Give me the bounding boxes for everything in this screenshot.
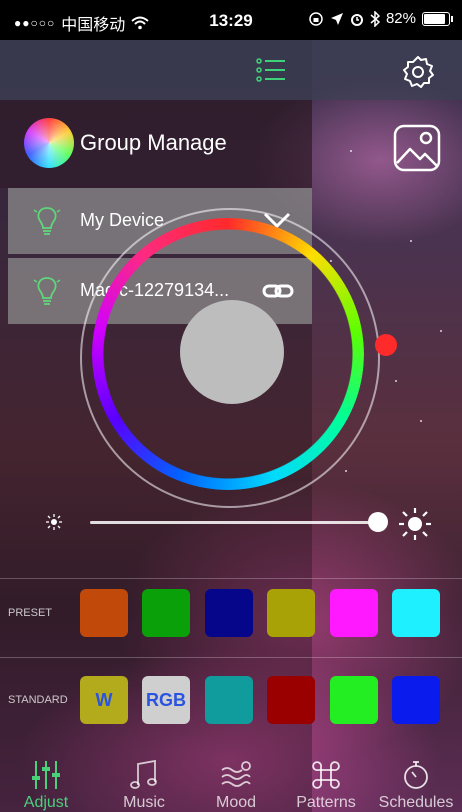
preset-swatch[interactable] [80, 589, 128, 637]
brightness-low-icon [46, 514, 62, 530]
divider [0, 657, 462, 658]
brightness-slider-thumb[interactable] [368, 512, 388, 532]
background-image-picker-icon[interactable] [392, 123, 442, 173]
tab-schedules[interactable]: Schedules [370, 750, 462, 812]
rotation-lock-icon [309, 11, 323, 26]
status-bar: ●●○○○ 中国移动 13:29 82% [0, 0, 462, 40]
tab-label: Patterns [296, 794, 356, 811]
preset-swatch[interactable] [330, 589, 378, 637]
preset-swatch[interactable] [392, 589, 440, 637]
brightness-slider-track[interactable] [90, 521, 382, 524]
standard-swatch-white[interactable]: W [80, 676, 128, 724]
preset-swatch[interactable] [267, 589, 315, 637]
standard-swatch[interactable] [267, 676, 315, 724]
bottom-tab-bar: Adjust Music Mood Patterns Schedules [0, 750, 462, 812]
group-color-ball-icon [24, 118, 74, 168]
battery-percent: 82% [385, 10, 416, 27]
standard-label: STANDARD [8, 694, 68, 706]
tab-label: Music [123, 794, 165, 811]
group-list-icon[interactable] [253, 52, 289, 88]
divider [0, 578, 462, 579]
standard-swatch[interactable] [392, 676, 440, 724]
top-app-bar [0, 40, 462, 100]
color-wheel-handle[interactable] [375, 334, 397, 356]
music-note-icon [130, 759, 157, 789]
settings-gear-icon[interactable] [400, 54, 436, 90]
preset-swatch[interactable] [142, 589, 190, 637]
tab-mood[interactable]: Mood [190, 750, 282, 812]
tab-patterns[interactable]: Patterns [280, 750, 372, 812]
equalizer-icon [32, 761, 60, 789]
bulb-icon [33, 277, 61, 305]
standard-swatch-rgb[interactable]: RGB [142, 676, 190, 724]
command-icon [312, 761, 340, 789]
battery-icon [422, 11, 453, 26]
standard-swatch[interactable] [330, 676, 378, 724]
alarm-icon [350, 13, 363, 26]
color-preview-circle[interactable] [180, 300, 284, 404]
tab-adjust[interactable]: Adjust [0, 750, 92, 812]
bluetooth-icon [370, 10, 380, 27]
stopwatch-icon [404, 761, 428, 789]
brightness-high-icon [399, 508, 431, 540]
tab-music[interactable]: Music [98, 750, 190, 812]
group-manage-title[interactable]: Group Manage [80, 130, 227, 156]
bulb-icon [33, 207, 61, 235]
preset-label: PRESET [8, 607, 53, 619]
location-icon [330, 12, 343, 25]
tab-label: Adjust [23, 794, 69, 811]
mood-waves-icon [221, 761, 251, 787]
tab-label: Mood [215, 794, 257, 811]
device-name: My Device [80, 210, 165, 230]
standard-swatch[interactable] [205, 676, 253, 724]
tab-label: Schedules [378, 794, 454, 811]
preset-swatch[interactable] [205, 589, 253, 637]
